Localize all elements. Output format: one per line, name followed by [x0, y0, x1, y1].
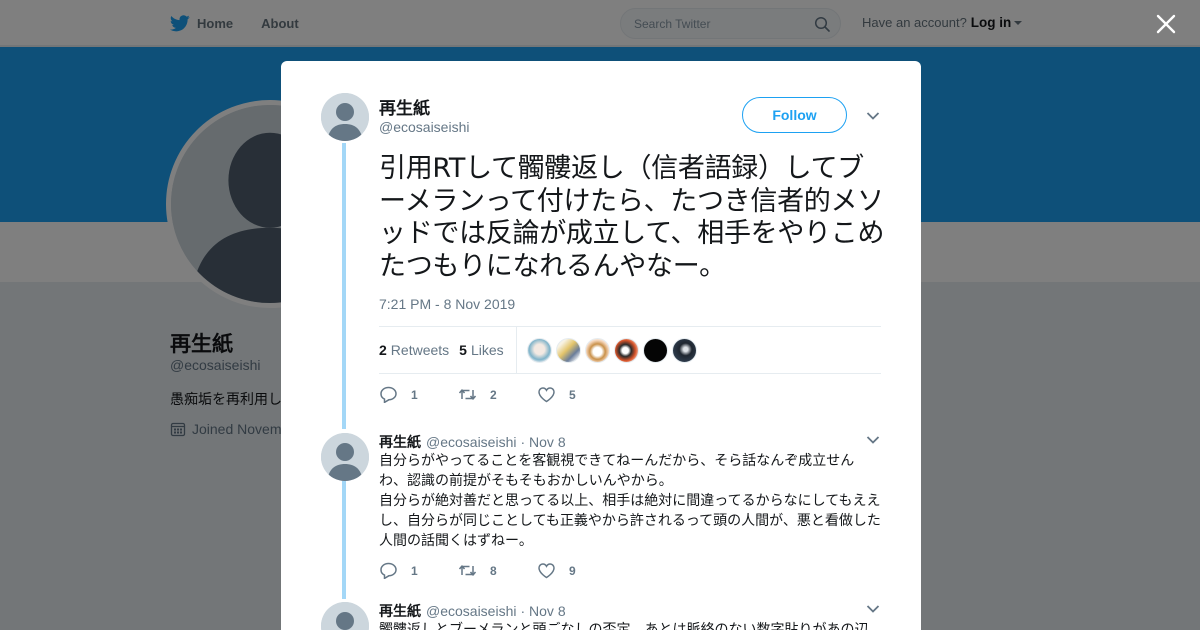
- reply-text: 髑髏返しとブーメランと頭ごなしの否定、あとは脈絡のない数字貼りがあの辺: [379, 621, 869, 630]
- retweet-count: 2: [490, 387, 497, 402]
- heart-icon: [538, 563, 555, 579]
- likes-label: Likes: [470, 342, 504, 358]
- reply-avatar[interactable]: [321, 433, 369, 481]
- like-count: 5: [569, 387, 576, 402]
- reply-text: 自分らがやってることを客観視できてねーんだから、そら話なんぞ成立せんわ、認識の前…: [379, 452, 881, 548]
- reply-author-handle[interactable]: @ecosaiseishi: [426, 603, 516, 619]
- tweet-timestamp[interactable]: 7:21 PM - 8 Nov 2019: [379, 296, 515, 312]
- retweet-icon: [458, 389, 477, 400]
- chevron-down-icon[interactable]: [866, 111, 880, 121]
- tweet-modal: 再生紙 @ecosaiseishi Follow 引用RTして髑髏返し（信者語録…: [281, 61, 921, 630]
- reply-actions: 1 8 9: [379, 562, 616, 579]
- chevron-down-icon[interactable]: [866, 604, 880, 614]
- reply-count: 1: [411, 563, 418, 578]
- retweet-count: 8: [490, 563, 497, 578]
- default-avatar-icon: [321, 93, 369, 141]
- retweets-count: 2: [379, 342, 387, 358]
- like-action[interactable]: 9: [537, 562, 616, 579]
- default-avatar-icon: [321, 602, 369, 630]
- retweet-action[interactable]: 2: [458, 386, 537, 403]
- liker-avatar[interactable]: [584, 337, 610, 363]
- tweet-author-name[interactable]: 再生紙: [379, 94, 430, 119]
- reply-count: 1: [411, 387, 418, 402]
- thread-line: [342, 481, 346, 599]
- like-count: 9: [569, 563, 576, 578]
- tweet-author-handle[interactable]: @ecosaiseishi: [379, 119, 469, 135]
- likes-stat[interactable]: 5 Likes: [459, 342, 503, 358]
- tweet-actions: 1 2 5: [379, 386, 616, 403]
- tweet-avatar[interactable]: [321, 93, 369, 141]
- reply-action[interactable]: 1: [379, 386, 458, 403]
- likes-count: 5: [459, 342, 467, 358]
- reply-author-name[interactable]: 再生紙: [379, 432, 421, 452]
- tweet-text: 引用RTして髑髏返し（信者語録）してブーメランって付けたら、たつき信者的メソッド…: [379, 153, 885, 282]
- stats-divider: [515, 327, 517, 373]
- liker-avatar[interactable]: [526, 337, 552, 363]
- liker-avatar[interactable]: [613, 337, 639, 363]
- reply-date[interactable]: · Nov 8: [520, 434, 565, 450]
- follow-button[interactable]: Follow: [742, 97, 847, 133]
- reply-icon: [380, 562, 397, 579]
- reply-author-name[interactable]: 再生紙: [379, 601, 421, 621]
- heart-icon: [538, 387, 555, 403]
- reply-date[interactable]: · Nov 8: [520, 603, 565, 619]
- liker-avatar[interactable]: [642, 337, 668, 363]
- retweet-icon: [458, 565, 477, 576]
- reply-author-handle[interactable]: @ecosaiseishi: [426, 434, 516, 450]
- reply-icon: [380, 386, 397, 403]
- reply-header: 再生紙 @ecosaiseishi · Nov 8: [379, 432, 566, 452]
- like-action[interactable]: 5: [537, 386, 616, 403]
- retweets-stat[interactable]: 2 Retweets: [379, 342, 449, 358]
- chevron-down-icon[interactable]: [866, 435, 880, 445]
- retweet-action[interactable]: 8: [458, 562, 537, 579]
- reply-header: 再生紙 @ecosaiseishi · Nov 8: [379, 601, 566, 621]
- close-icon[interactable]: [1154, 12, 1178, 36]
- default-avatar-icon: [321, 433, 369, 481]
- retweets-label: Retweets: [390, 342, 450, 358]
- thread-line: [342, 143, 346, 429]
- liker-avatar[interactable]: [555, 337, 581, 363]
- liker-avatars: [526, 337, 701, 363]
- reply-action[interactable]: 1: [379, 562, 458, 579]
- liker-avatar[interactable]: [671, 337, 697, 363]
- tweet-stats: 2 Retweets 5 Likes: [379, 326, 881, 374]
- reply-avatar[interactable]: [321, 602, 369, 630]
